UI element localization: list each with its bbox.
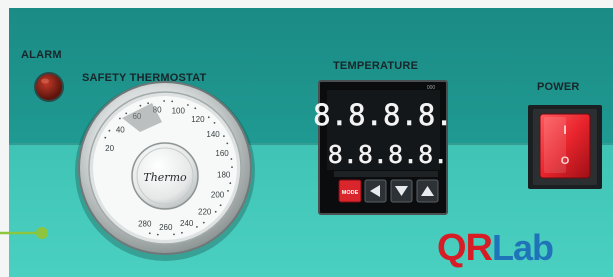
dial-scale-mark: 260 [159,223,173,232]
mode-label: MODE [342,190,359,196]
power-label: POWER [537,81,580,93]
dial-tick [230,158,233,160]
dial-scale-mark: 220 [198,208,212,217]
dial-tick [171,100,174,103]
dial-tick [163,100,166,102]
dial-tick [194,107,197,110]
dial-tick [156,233,159,236]
dial-tick [219,204,222,207]
dial-tick [119,117,121,120]
dial-scale-mark: 160 [215,149,229,158]
photo-page: 20406080100120140160180200220240260280 [0,0,613,277]
dial-scale-mark: 120 [191,115,205,124]
temperature-label: TEMPERATURE [333,60,419,72]
dial-tick [148,232,151,235]
dial-tick [173,233,175,236]
dial-tick [231,166,233,169]
dial-tick [147,102,150,105]
dial-tick [213,122,216,124]
alarm-lamp [34,72,64,102]
dial-tick [202,221,205,224]
dial-tick [229,182,232,185]
dial-tick [226,142,229,145]
dial-tick [207,116,210,119]
switch-on-mark: I [563,123,566,137]
logo-qr: QR [437,227,493,269]
power-switch[interactable] [528,105,602,189]
dial-scale-mark: 280 [138,219,152,228]
dial-tick [104,136,107,139]
logo-lab: Lab [492,227,554,268]
up-arrow-button[interactable] [416,179,439,203]
down-arrow-button[interactable] [390,179,413,203]
left-arrow-button[interactable] [364,179,387,203]
top-display: 8.8.8.8. [313,98,453,132]
safety-thermostat-label: SAFETY THERMOSTAT [82,72,207,84]
dial-scale-mark: 20 [105,144,114,153]
dial-scale-mark: 40 [116,126,125,135]
qrlab-logo: QRLab [437,227,554,276]
dial-tick [181,231,183,234]
dial-tick [196,226,198,228]
switch-off-mark: O [561,155,570,167]
dial-scale-mark: 180 [217,170,231,179]
dial-tick [223,135,225,138]
controller-brand: 000 [427,85,436,91]
dial-tick [139,104,142,107]
dial-tick [125,112,128,115]
dial-scale-mark: 140 [206,130,220,139]
dial-tick [187,104,189,106]
dial-scale-mark: 100 [172,107,186,116]
dial-brand: Thermo [143,171,187,184]
dial-scale-mark: 200 [211,191,225,200]
dial-scale-mark: 240 [180,219,194,228]
dial-tick [227,190,229,192]
dial-tick [214,210,217,213]
bottom-display: 8.8.8.8. [328,140,448,169]
dial-tick [108,129,111,132]
alarm-label: ALARM [21,49,62,61]
